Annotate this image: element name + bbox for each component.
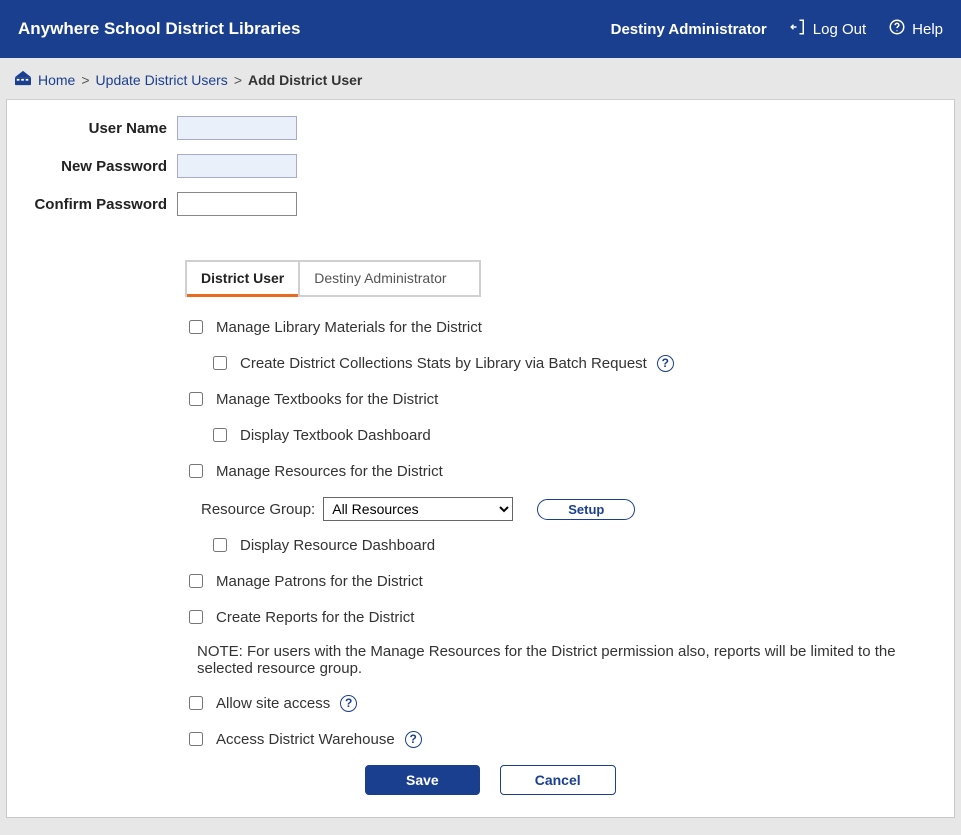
new-password-input[interactable] [177,154,297,178]
tabs: District User Destiny Administrator [185,260,481,297]
logout-link[interactable]: Log Out [789,18,866,40]
resource-group-label: Resource Group: [201,501,315,518]
checkbox-create-reports[interactable] [189,610,203,624]
checkbox-manage-library[interactable] [189,320,203,334]
perm-label: Display Resource Dashboard [240,537,435,554]
breadcrumb-sep: > [81,72,89,88]
permissions-list: Manage Library Materials for the Distric… [185,317,946,749]
perm-label: Manage Resources for the District [216,463,443,480]
main-panel: User Name New Password Confirm Password … [6,99,955,818]
perm-label: Display Textbook Dashboard [240,427,431,444]
help-label: Help [912,21,943,38]
top-bar: Anywhere School District Libraries Desti… [0,0,961,58]
tab-district-user[interactable]: District User [187,262,298,297]
perm-label: Access District Warehouse [216,731,395,748]
username-input[interactable] [177,116,297,140]
cancel-button[interactable]: Cancel [500,765,616,795]
help-link[interactable]: Help [888,18,943,40]
checkbox-allow-site-access[interactable] [189,696,203,710]
reports-note: NOTE: For users with the Manage Resource… [197,643,946,677]
help-icon[interactable]: ? [340,695,357,712]
perm-label: Manage Library Materials for the Distric… [216,319,482,336]
help-icon[interactable]: ? [657,355,674,372]
top-actions: Destiny Administrator Log Out Help [611,18,943,40]
checkbox-manage-resources[interactable] [189,464,203,478]
checkbox-create-district-stats[interactable] [213,356,227,370]
username-label: User Name [15,120,177,137]
breadcrumb: Home > Update District Users > Add Distr… [0,58,961,99]
help-icon[interactable]: ? [405,731,422,748]
perm-label: Create Reports for the District [216,609,414,626]
breadcrumb-sep: > [234,72,242,88]
perm-label: Manage Textbooks for the District [216,391,438,408]
checkbox-manage-textbooks[interactable] [189,392,203,406]
checkbox-access-warehouse[interactable] [189,732,203,746]
checkbox-manage-patrons[interactable] [189,574,203,588]
logout-icon [789,18,807,40]
perm-label: Manage Patrons for the District [216,573,423,590]
home-icon [14,70,32,89]
logout-label: Log Out [813,21,866,38]
breadcrumb-current: Add District User [248,72,362,88]
breadcrumb-home[interactable]: Home [38,72,75,88]
confirm-password-label: Confirm Password [15,196,177,213]
help-icon [888,18,906,40]
perm-label: Create District Collections Stats by Lib… [240,355,647,372]
new-password-label: New Password [15,158,177,175]
confirm-password-input[interactable] [177,192,297,216]
breadcrumb-update-users[interactable]: Update District Users [96,72,228,88]
app-title: Anywhere School District Libraries [18,19,300,39]
current-user: Destiny Administrator [611,21,767,38]
tab-destiny-admin[interactable]: Destiny Administrator [298,262,460,295]
perm-label: Allow site access [216,695,330,712]
checkbox-display-resource-dashboard[interactable] [213,538,227,552]
checkbox-display-textbook-dashboard[interactable] [213,428,227,442]
setup-button[interactable]: Setup [537,499,635,520]
save-button[interactable]: Save [365,765,480,795]
resource-group-select[interactable]: All Resources [323,497,513,521]
